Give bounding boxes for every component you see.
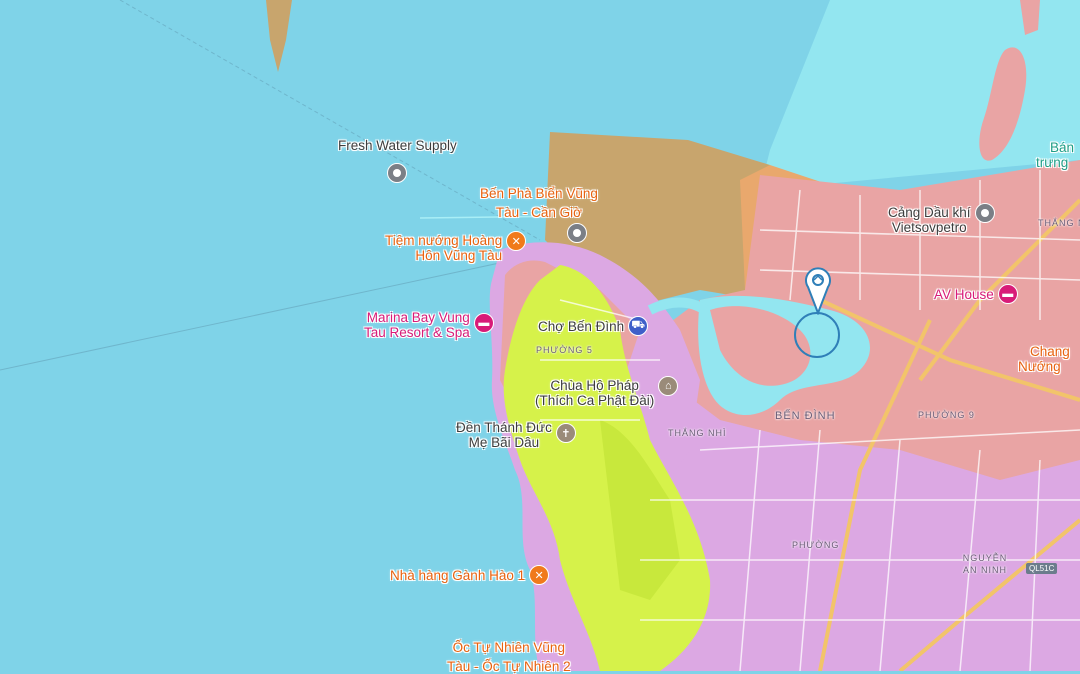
poi-label: Nhà hàng Gành Hào 1 bbox=[390, 567, 526, 583]
fork-knife-icon[interactable]: ✕ bbox=[506, 231, 527, 251]
poi-label-line2: Tàu - Cần Giờ bbox=[495, 205, 582, 220]
poi-label-line2: Tàu - Ốc Tự Nhiên 2 bbox=[447, 659, 571, 674]
church-icon[interactable]: ✝ bbox=[555, 423, 576, 443]
poi-ben-pha[interactable]: Bến Phà Biển Vũng Tàu - Cần Giờ bbox=[480, 186, 598, 220]
poi-cang-dau-khi[interactable]: Cảng Dầu khí Vietsovpetro bbox=[888, 203, 995, 235]
poi-label: AV House bbox=[934, 286, 994, 302]
partial-label-nuong: Nướng bbox=[1018, 359, 1061, 374]
poi-fresh-water-supply[interactable]: Fresh Water Supply bbox=[338, 138, 457, 183]
poi-label-line1: Chùa Hộ Pháp bbox=[550, 378, 639, 393]
hotel-bed-icon[interactable]: ▬ bbox=[997, 284, 1018, 304]
pin-grey-icon[interactable] bbox=[974, 203, 995, 223]
partial-label-chang: Chang bbox=[1030, 344, 1070, 359]
area-label-phuong-9: PHƯỜNG 9 bbox=[918, 410, 975, 420]
area-label-nguyen-an-ninh: NGUYỄN AN NINH bbox=[962, 553, 1008, 575]
poi-cho-ben-dinh[interactable]: Chợ Bến Đình ⛟ bbox=[538, 316, 649, 336]
area-label-thang-nhi: THẮNG NHÌ bbox=[668, 428, 727, 438]
poi-label-line1: Marina Bay Vung bbox=[366, 310, 470, 325]
poi-av-house[interactable]: AV House ▬ bbox=[934, 284, 1018, 304]
partial-label-trung: trưng bbox=[1036, 155, 1069, 170]
poi-label-line2: Tau Resort & Spa bbox=[364, 325, 470, 340]
poi-label: Chợ Bến Đình bbox=[538, 318, 625, 334]
hotel-bed-icon[interactable]: ▬ bbox=[473, 313, 494, 333]
shopping-cart-icon[interactable]: ⛟ bbox=[628, 316, 649, 336]
partial-label-ban: Bán bbox=[1050, 140, 1075, 155]
area-label-phuong-5: PHƯỜNG 5 bbox=[536, 345, 593, 355]
poi-label-line1: Đền Thánh Đức bbox=[456, 420, 552, 435]
poi-label-line1: Bến Phà Biển Vũng bbox=[480, 186, 598, 201]
poi-label: Fresh Water Supply bbox=[338, 138, 457, 153]
poi-marina-bay[interactable]: Marina Bay Vung Tau Resort & Spa ▬ bbox=[364, 310, 494, 340]
poi-oc-tu-nhien[interactable]: Ốc Tự Nhiên Vũng Tàu - Ốc Tự Nhiên 2 bbox=[447, 640, 571, 674]
pin-grey-icon[interactable] bbox=[567, 223, 587, 243]
poi-label-line1: Cảng Dầu khí bbox=[888, 205, 971, 220]
poi-label-line2: Hôn Vũng Tàu bbox=[415, 248, 503, 263]
poi-nha-hang-ganh-hao[interactable]: Nhà hàng Gành Hào 1 ✕ bbox=[390, 565, 550, 585]
location-pin-icon[interactable] bbox=[805, 267, 831, 316]
poi-chua-ho-phap[interactable]: Chùa Hộ Pháp (Thích Ca Phật Đài) ⌂ bbox=[535, 376, 679, 408]
poi-label-line2: Mẹ Bãi Dâu bbox=[468, 435, 540, 450]
poi-tiem-nuong[interactable]: Tiệm nướng Hoàng Hôn Vũng Tàu ✕ bbox=[385, 231, 527, 263]
temple-icon[interactable]: ⌂ bbox=[658, 376, 679, 396]
poi-label-line1: Tiệm nướng Hoàng bbox=[385, 233, 503, 248]
poi-den-thanh-duc[interactable]: Đền Thánh Đức Mẹ Bãi Dâu ✝ bbox=[456, 420, 576, 450]
pin-grey-icon[interactable] bbox=[387, 163, 408, 183]
area-label-phuong: PHƯỜNG bbox=[792, 540, 840, 550]
fork-knife-icon[interactable]: ✕ bbox=[529, 565, 550, 585]
road-shield: QL51C bbox=[1026, 563, 1058, 574]
poi-label-line1: Ốc Tự Nhiên Vũng bbox=[452, 640, 565, 655]
area-label-ben-dinh: BẾN ĐÌNH bbox=[775, 410, 836, 422]
poi-label-line2: (Thích Ca Phật Đài) bbox=[535, 393, 655, 408]
area-label-thang-n: THẮNG N bbox=[1038, 218, 1080, 228]
poi-label-line2: Vietsovpetro bbox=[891, 220, 967, 235]
